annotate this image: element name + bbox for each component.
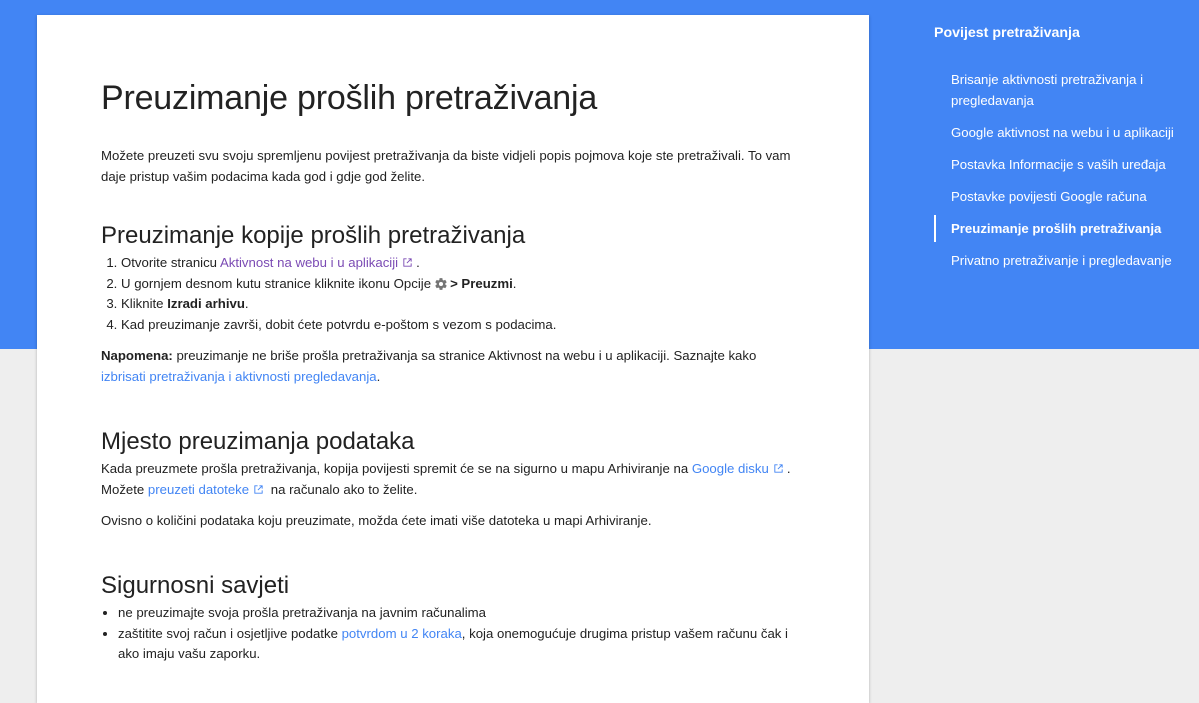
delete-history-link[interactable]: izbrisati pretraživanja i aktivnosti pre… xyxy=(101,369,377,384)
location-paragraph: Kada preuzmete prošla pretraživanja, kop… xyxy=(101,459,801,500)
download-files-link[interactable]: preuzeti datoteke xyxy=(148,482,267,497)
sidebar-item-delete-activity[interactable]: Brisanje aktivnosti pretraživanja i preg… xyxy=(934,66,1199,114)
step-bold: Izradi arhivu xyxy=(167,296,245,311)
step-text: U gornjem desnom kutu stranice kliknite … xyxy=(121,275,432,291)
step-text: . xyxy=(512,275,517,291)
paragraph-text: Kada preuzmete prošla pretraživanja, kop… xyxy=(101,461,692,476)
step-text: . xyxy=(244,296,249,311)
help-page: Preuzimanje prošlih pretraživanja Možete… xyxy=(0,0,1199,703)
step-item: Otvorite stranicu Aktivnost na webu i u … xyxy=(121,253,801,274)
page-title: Preuzimanje prošlih pretraživanja xyxy=(101,79,598,117)
step-text: . xyxy=(416,255,420,270)
section-security-tips: Sigurnosni savjeti ne preuzimajte svoja … xyxy=(101,572,801,665)
step-item: Kad preuzimanje završi, dobit ćete potvr… xyxy=(121,315,801,336)
section-heading: Preuzimanje kopije prošlih pretraživanja xyxy=(101,222,526,249)
note-text: . xyxy=(376,368,381,384)
step-item: Kliknite Izradi arhivu. xyxy=(121,294,801,315)
note-text: preuzimanje ne briše prošla pretraživanj… xyxy=(172,348,757,363)
activity-link[interactable]: Aktivnost na webu i u aplikaciji xyxy=(220,255,416,270)
sidebar-item-private-browsing[interactable]: Privatno pretraživanje i pregledavanje xyxy=(934,247,1199,274)
section-download-copy: Preuzimanje kopije prošlih pretraživanja… xyxy=(101,222,801,387)
section-heading: Mjesto preuzimanja podataka xyxy=(101,428,415,455)
gear-icon xyxy=(435,277,447,290)
external-link-icon xyxy=(403,258,412,267)
sidebar-item-account-history[interactable]: Postavke povijesti Google računa xyxy=(934,183,1199,210)
external-link-icon xyxy=(254,484,263,494)
step-bold: > Preuzmi xyxy=(450,275,513,291)
tips-list: ne preuzimajte svoja prošla pretraživanj… xyxy=(101,603,801,665)
link-text: preuzeti datoteke xyxy=(147,481,250,497)
sidebar-item-download-searches[interactable]: Preuzimanje prošlih pretraživanja xyxy=(934,215,1199,242)
external-link-icon xyxy=(774,464,783,473)
google-drive-link[interactable]: Google disku xyxy=(692,461,787,476)
note-paragraph: Napomena: preuzimanje ne briše prošla pr… xyxy=(101,346,801,387)
steps-list: Otvorite stranicu Aktivnost na webu i u … xyxy=(101,253,801,335)
tip-text: zaštitite svoj račun i osjetljive podatk… xyxy=(118,625,342,641)
intro-paragraph: Možete preuzeti svu svoju spremljenu pov… xyxy=(101,148,791,184)
sidebar-item-web-app-activity[interactable]: Google aktivnost na webu i u aplikaciji xyxy=(934,119,1199,146)
sidebar-list: Brisanje aktivnosti pretraživanja i preg… xyxy=(934,66,1199,279)
files-paragraph: Ovisno o količini podataka koju preuzima… xyxy=(101,513,652,528)
note-label: Napomena: xyxy=(101,348,173,363)
step-item: U gornjem desnom kutu stranice kliknite … xyxy=(121,274,801,295)
sidebar-item-device-information[interactable]: Postavka Informacije s vaših uređaja xyxy=(934,151,1199,178)
two-step-verification-link[interactable]: potvrdom u 2 koraka xyxy=(342,626,462,641)
tip-item: ne preuzimajte svoja prošla pretraživanj… xyxy=(118,603,801,624)
paragraph-text: na računalo ako to želite. xyxy=(267,481,418,497)
tip-item: zaštitite svoj račun i osjetljive podatk… xyxy=(118,624,801,665)
link-text: Google disku xyxy=(691,461,769,476)
step-text: Otvorite stranicu xyxy=(121,255,220,270)
step-text: Kliknite xyxy=(121,296,168,311)
section-download-location: Mjesto preuzimanja podataka Kada preuzme… xyxy=(101,428,801,532)
link-text: Aktivnost na webu i u aplikaciji xyxy=(219,255,399,270)
article-card: Preuzimanje prošlih pretraživanja Možete… xyxy=(37,15,869,703)
sidebar-title: Povijest pretraživanja xyxy=(934,25,1080,41)
section-heading: Sigurnosni savjeti xyxy=(101,572,290,599)
